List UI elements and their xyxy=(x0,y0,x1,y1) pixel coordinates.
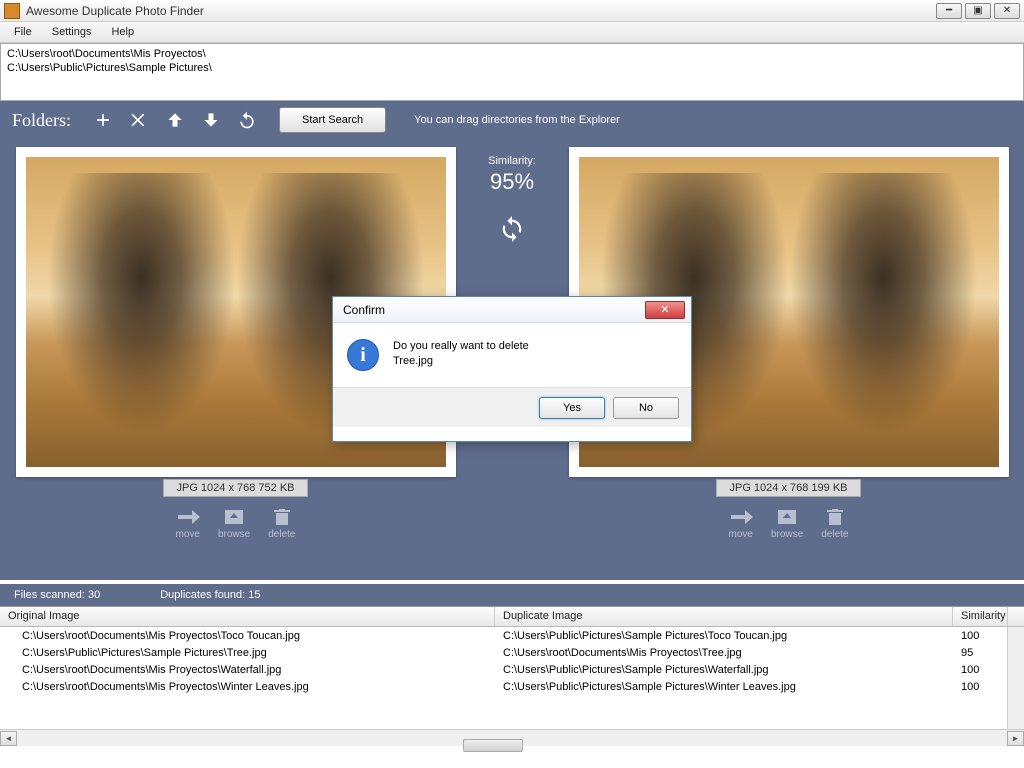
dialog-body: i Do you really want to delete Tree.jpg xyxy=(333,323,691,387)
dialog-titlebar[interactable]: Confirm ✕ xyxy=(333,297,691,323)
dialog-footer: Yes No xyxy=(333,387,691,427)
dialog-message: Do you really want to delete Tree.jpg xyxy=(393,339,529,371)
dialog-close-button[interactable]: ✕ xyxy=(645,301,685,319)
confirm-dialog: Confirm ✕ i Do you really want to delete… xyxy=(332,296,692,442)
info-icon: i xyxy=(347,339,379,371)
dialog-message-line2: Tree.jpg xyxy=(393,354,529,369)
dialog-no-button[interactable]: No xyxy=(613,397,679,419)
dialog-message-line1: Do you really want to delete xyxy=(393,339,529,354)
dialog-yes-button[interactable]: Yes xyxy=(539,397,605,419)
modal-overlay: Confirm ✕ i Do you really want to delete… xyxy=(0,0,1024,768)
dialog-title-text: Confirm xyxy=(339,303,645,317)
